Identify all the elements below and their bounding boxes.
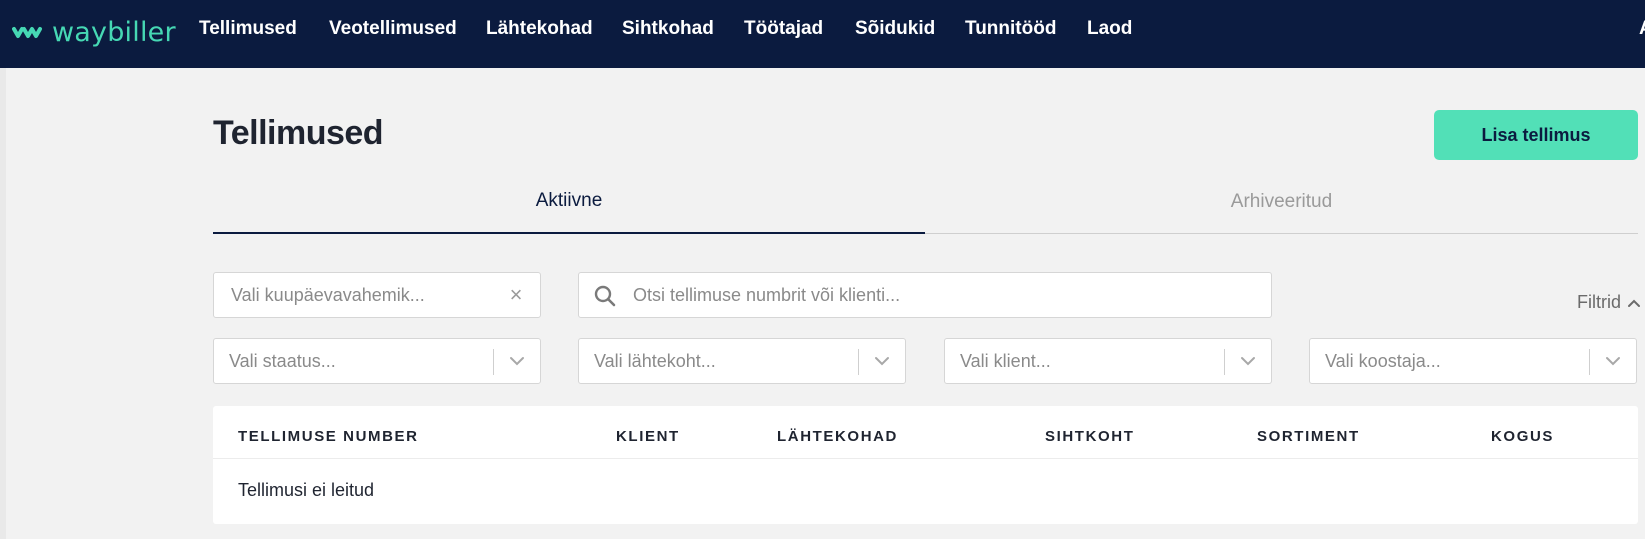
client-select[interactable]: Vali klient... — [944, 338, 1272, 384]
column-header-quantity[interactable]: KOGUS — [1491, 428, 1554, 445]
empty-state-message: Tellimusi ei leitud — [238, 480, 375, 500]
status-select-placeholder: Vali staatus... — [229, 350, 336, 371]
column-header-client[interactable]: KLIENT — [616, 428, 680, 445]
nav-item-veotellimused[interactable]: Veotellimused — [329, 18, 457, 40]
creator-select[interactable]: Vali koostaja... — [1309, 338, 1637, 384]
filters-toggle[interactable]: Filtrid — [1577, 292, 1641, 313]
client-select-placeholder: Vali klient... — [960, 350, 1051, 371]
column-header-assortment[interactable]: SORTIMENT — [1257, 428, 1360, 445]
nav-item-lahtekohad[interactable]: Lähtekohad — [486, 18, 593, 40]
column-header-origins[interactable]: LÄHTEKOHAD — [777, 428, 898, 445]
logo-text: waybiller — [52, 16, 176, 48]
nav-item-clipped[interactable]: A — [1639, 18, 1645, 40]
filters-toggle-label: Filtrid — [1577, 292, 1621, 312]
date-range-field[interactable]: × — [213, 272, 541, 318]
search-icon — [594, 285, 616, 307]
add-order-button[interactable]: Lisa tellimus — [1434, 110, 1638, 160]
chevron-up-icon — [1628, 299, 1640, 307]
tab-aktiivne[interactable]: Aktiivne — [213, 170, 925, 234]
creator-select-placeholder: Vali koostaja... — [1325, 350, 1441, 371]
nav-item-laod[interactable]: Laod — [1087, 18, 1132, 40]
chevron-down-icon[interactable] — [1239, 355, 1257, 367]
search-input[interactable] — [631, 283, 1271, 307]
select-separator — [858, 349, 859, 375]
order-tabs: Aktiivne Arhiveeritud — [213, 170, 1638, 234]
top-navbar: waybiller Tellimused Veotellimused Lähte… — [0, 0, 1645, 68]
page-left-edge — [0, 68, 6, 539]
orders-table: TELLIMUSE NUMBER KLIENT LÄHTEKOHAD SIHTK… — [213, 406, 1638, 524]
search-field[interactable] — [578, 272, 1272, 318]
origin-select-placeholder: Vali lähtekoht... — [594, 350, 716, 371]
nav-item-tunnitood[interactable]: Tunnitööd — [965, 18, 1056, 40]
nav-item-soidukid[interactable]: Sõidukid — [855, 18, 935, 40]
status-select[interactable]: Vali staatus... — [213, 338, 541, 384]
select-separator — [1589, 349, 1590, 375]
waybiller-logo-icon — [12, 27, 42, 38]
origin-select[interactable]: Vali lähtekoht... — [578, 338, 906, 384]
chevron-down-icon[interactable] — [873, 355, 891, 367]
column-header-order-number[interactable]: TELLIMUSE NUMBER — [238, 428, 419, 445]
nav-item-sihtkohad[interactable]: Sihtkohad — [622, 18, 714, 40]
table-header-divider — [213, 458, 1638, 459]
select-separator — [1224, 349, 1225, 375]
chevron-down-icon[interactable] — [508, 355, 526, 367]
select-separator — [493, 349, 494, 375]
page-title: Tellimused — [213, 114, 384, 152]
chevron-down-icon[interactable] — [1604, 355, 1622, 367]
clear-icon[interactable]: × — [506, 284, 526, 306]
tab-arhiveeritud[interactable]: Arhiveeritud — [925, 170, 1638, 234]
date-range-input[interactable] — [229, 283, 540, 307]
logo[interactable]: waybiller — [12, 14, 176, 50]
nav-item-tellimused[interactable]: Tellimused — [199, 18, 297, 40]
column-header-destination[interactable]: SIHTKOHT — [1045, 428, 1134, 445]
nav-item-tootajad[interactable]: Töötajad — [744, 18, 823, 40]
